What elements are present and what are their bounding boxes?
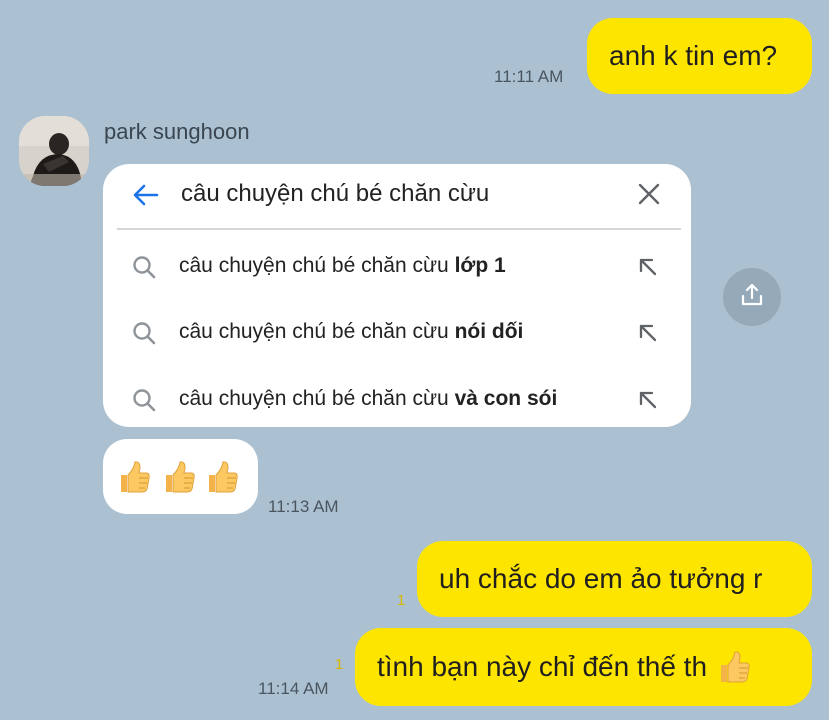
suggestion-bold: nói dối (454, 320, 524, 343)
fill-query-arrow-icon (637, 256, 659, 278)
search-icon (131, 254, 157, 280)
shared-image-search-screenshot[interactable]: câu chuyện chú bé chăn cừu câu chuyện ch… (103, 164, 691, 427)
share-icon (738, 281, 766, 314)
search-icon (131, 387, 157, 413)
unread-count: 1 (397, 592, 406, 609)
thumbs-up-icon (117, 459, 151, 495)
suggestion-row: câu chuyện chú bé chăn cừu nói dối (103, 308, 691, 358)
suggestion-bold: lớp 1 (454, 254, 506, 277)
message-bubble-outgoing[interactable]: uh chắc do em ảo tưởng r (417, 541, 812, 617)
suggestion-prefix: câu chuyện chú bé chăn cừu (179, 320, 455, 343)
suggestion-row: câu chuyện chú bé chăn cừu và con sói (103, 375, 691, 425)
back-arrow-icon (131, 180, 161, 210)
search-bar: câu chuyện chú bé chăn cừu (103, 164, 691, 228)
fill-query-arrow-icon (637, 322, 659, 344)
message-text: tình bạn này chỉ đến thế th (377, 651, 708, 682)
sender-name: park sunghoon (104, 119, 250, 144)
message-bubble-incoming[interactable] (103, 439, 258, 514)
message-bubble-outgoing[interactable]: anh k tin em? (587, 18, 812, 94)
thumbs-up-icon (717, 649, 751, 685)
close-icon (637, 182, 661, 206)
message-bubble-outgoing[interactable]: tình bạn này chỉ đến thế th (355, 628, 812, 706)
message-text: anh k tin em? (609, 40, 778, 71)
message-timestamp: 11:13 AM (268, 497, 339, 516)
thumbs-up-icon (162, 459, 196, 495)
unread-count: 1 (335, 656, 344, 673)
message-timestamp: 11:14 AM (258, 679, 329, 698)
suggestion-row: câu chuyện chú bé chăn cừu lớp 1 (103, 242, 691, 292)
search-query-text: câu chuyện chú bé chăn cừu (181, 180, 490, 207)
suggestion-bold: và con sói (454, 387, 558, 410)
search-icon (131, 320, 157, 346)
message-timestamp: 11:11 AM (494, 67, 564, 86)
suggestion-text: câu chuyện chú bé chăn cừu lớp 1 (179, 254, 506, 278)
message-text: uh chắc do em ảo tưởng r (439, 563, 763, 594)
share-button[interactable] (723, 268, 781, 326)
divider (117, 228, 681, 230)
thumbs-up-icon (205, 459, 239, 495)
suggestion-prefix: câu chuyện chú bé chăn cừu (179, 387, 455, 410)
fill-query-arrow-icon (637, 389, 659, 411)
suggestion-text: câu chuyện chú bé chăn cừu và con sói (179, 387, 557, 411)
suggestion-prefix: câu chuyện chú bé chăn cừu (179, 254, 455, 277)
avatar[interactable] (19, 116, 89, 186)
suggestion-text: câu chuyện chú bé chăn cừu nói dối (179, 320, 523, 344)
